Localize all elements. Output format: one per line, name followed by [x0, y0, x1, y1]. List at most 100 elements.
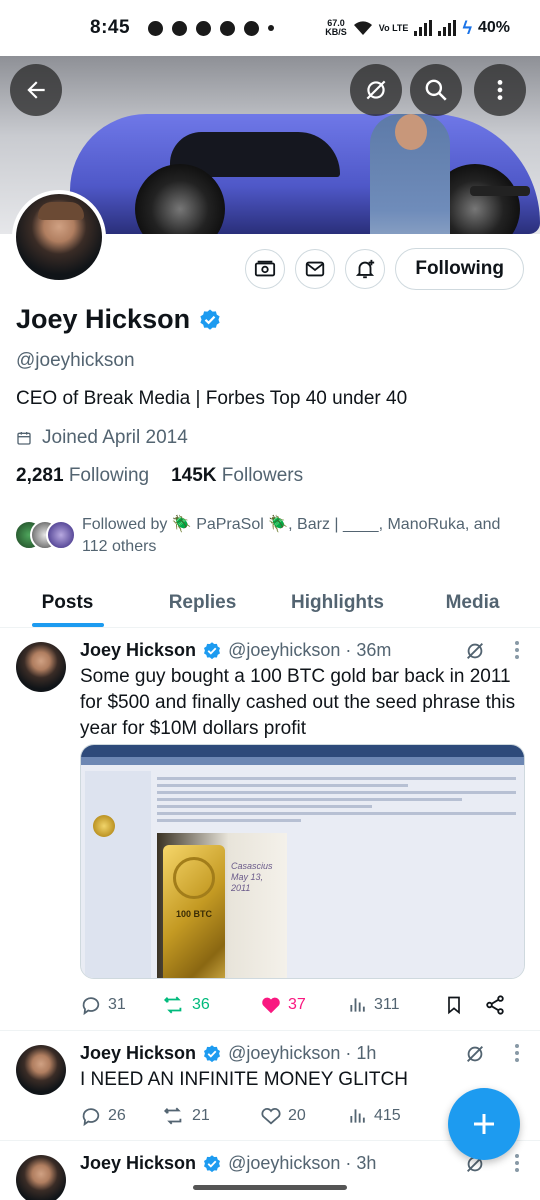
more-vertical-icon: [515, 1044, 519, 1062]
views-count: 311: [374, 996, 400, 1013]
tweet-author-name[interactable]: Joey Hickson: [80, 640, 196, 661]
tweet-media-image[interactable]: 100 BTC Casascius May 13, 2011: [80, 744, 525, 979]
like-count: 37: [288, 996, 306, 1013]
calendar-icon: [17, 432, 31, 445]
retweet-button[interactable]: 36: [162, 994, 260, 1016]
handwritten-note: Casascius May 13, 2011: [231, 861, 273, 893]
more-vertical-icon: [515, 1154, 519, 1172]
tweet-handle-time: @joeyhickson · 3h: [228, 1153, 377, 1173]
reply-icon: [82, 1108, 100, 1127]
tweet-header: Joey Hickson @joeyhickson · 36m: [80, 640, 391, 661]
tweet-handle-time: @joeyhickson · 36m: [228, 640, 392, 660]
verified-badge-icon[interactable]: [198, 308, 222, 332]
profile-tabs: Posts Replies Highlights Media: [0, 578, 540, 628]
profile-actions: Following: [245, 248, 524, 290]
arrow-left-icon: [27, 81, 45, 99]
battery-charging-icon: ϟ: [462, 17, 472, 38]
tweet-more-button[interactable]: [514, 1043, 520, 1068]
analytics-icon: [350, 998, 365, 1012]
tab-replies[interactable]: Replies: [135, 578, 270, 627]
retweet-count: 21: [192, 1107, 210, 1124]
views-button[interactable]: 415: [348, 1106, 444, 1126]
retweet-icon: [163, 996, 182, 1014]
notification-icons: [148, 20, 275, 36]
grok-explain-button[interactable]: [464, 640, 486, 667]
compose-post-button[interactable]: [448, 1088, 520, 1160]
profile-handle: @joeyhickson: [16, 350, 135, 371]
tweet-author-name[interactable]: Joey Hickson: [80, 1153, 196, 1174]
status-time: 8:45: [90, 17, 131, 38]
share-button[interactable]: [484, 994, 514, 1016]
like-count: 20: [288, 1107, 306, 1124]
like-button[interactable]: 20: [260, 1105, 348, 1127]
signal-icon: [438, 20, 457, 36]
tweet-header: Joey Hickson @joeyhickson · 1h: [80, 1043, 376, 1064]
tweet-more-button[interactable]: [514, 640, 520, 665]
bookmark-icon: [448, 996, 460, 1015]
analytics-icon: [350, 1109, 365, 1123]
grok-icon: [467, 1046, 483, 1062]
net-speed: 67.0 KB/S: [325, 18, 347, 37]
signal-icon: [414, 20, 433, 36]
tweet-actions: 31 36 37 311: [80, 994, 520, 1016]
money-icon: [255, 260, 276, 277]
heart-filled-icon: [262, 997, 280, 1014]
tweet-handle-time: @joeyhickson · 1h: [228, 1043, 377, 1063]
followed-by-text: Followed by 🪲 PaPraSol 🪲, Barz | ____, M…: [82, 516, 501, 555]
reply-button[interactable]: 26: [80, 1105, 162, 1127]
share-icon: [486, 995, 504, 1015]
plus-icon: [474, 1114, 494, 1134]
tweet[interactable]: Joey Hickson @joeyhickson · 36m Some guy…: [0, 628, 540, 1031]
subscribe-button[interactable]: [245, 249, 286, 289]
back-button[interactable]: [10, 64, 62, 116]
grok-icon: [467, 643, 483, 659]
tab-media[interactable]: Media: [405, 578, 540, 627]
retweet-icon: [163, 1107, 182, 1125]
profile-name: Joey Hickson: [16, 304, 191, 334]
tweet-text: Some guy bought a 100 BTC gold bar back …: [80, 666, 516, 739]
tweet-author-name[interactable]: Joey Hickson: [80, 1043, 196, 1064]
profile-name-row: Joey Hickson: [16, 304, 222, 335]
tweet-avatar[interactable]: [16, 642, 66, 692]
verified-badge-icon: [204, 641, 221, 659]
messenger-icon: [148, 20, 164, 36]
grok-button[interactable]: [350, 64, 402, 116]
messenger-icon: [172, 20, 188, 36]
following-stat[interactable]: 2,281 Following: [16, 465, 149, 487]
discord-icon: [220, 20, 236, 36]
reply-count: 26: [108, 1107, 126, 1124]
gold-bar-label: 100 BTC: [175, 909, 212, 919]
views-button[interactable]: 311: [348, 995, 444, 1015]
grok-explain-button[interactable]: [464, 1043, 486, 1070]
message-button[interactable]: [295, 249, 336, 289]
notify-button[interactable]: [345, 249, 386, 289]
grok-icon: [366, 80, 386, 100]
more-vertical-icon: [497, 80, 503, 100]
status-bar: 8:45 67.0 KB/S Vo LTE ϟ 40%: [0, 0, 540, 56]
volte-label: Vo LTE: [378, 22, 409, 33]
search-button[interactable]: [410, 64, 462, 116]
following-button[interactable]: Following: [395, 248, 524, 290]
gold-bar: 100 BTC: [163, 845, 225, 978]
bookmark-button[interactable]: [444, 994, 484, 1016]
tab-posts[interactable]: Posts: [0, 578, 135, 627]
tweet-header: Joey Hickson @joeyhickson · 3h: [80, 1153, 376, 1174]
more-options-button[interactable]: [474, 64, 526, 116]
discord-icon: [244, 20, 260, 36]
wifi-icon: [353, 21, 372, 35]
more-vertical-icon: [515, 641, 519, 659]
profile-avatar[interactable]: [12, 190, 106, 284]
tweet-avatar[interactable]: [16, 1045, 66, 1095]
reply-icon: [82, 997, 100, 1016]
like-button[interactable]: 37: [260, 994, 348, 1016]
tweet-more-button[interactable]: [514, 1153, 520, 1178]
tab-highlights[interactable]: Highlights: [270, 578, 405, 627]
retweet-button[interactable]: 21: [162, 1105, 260, 1127]
reply-button[interactable]: 31: [80, 994, 162, 1016]
search-icon: [425, 79, 447, 101]
tweet-avatar[interactable]: [16, 1155, 66, 1200]
followers-stat[interactable]: 145K Followers: [171, 465, 303, 487]
more-notifications-dot: [268, 25, 275, 31]
followed-by[interactable]: Followed by 🪲 PaPraSol 🪲, Barz | ____, M…: [14, 514, 524, 558]
gesture-nav-handle[interactable]: [193, 1185, 347, 1190]
